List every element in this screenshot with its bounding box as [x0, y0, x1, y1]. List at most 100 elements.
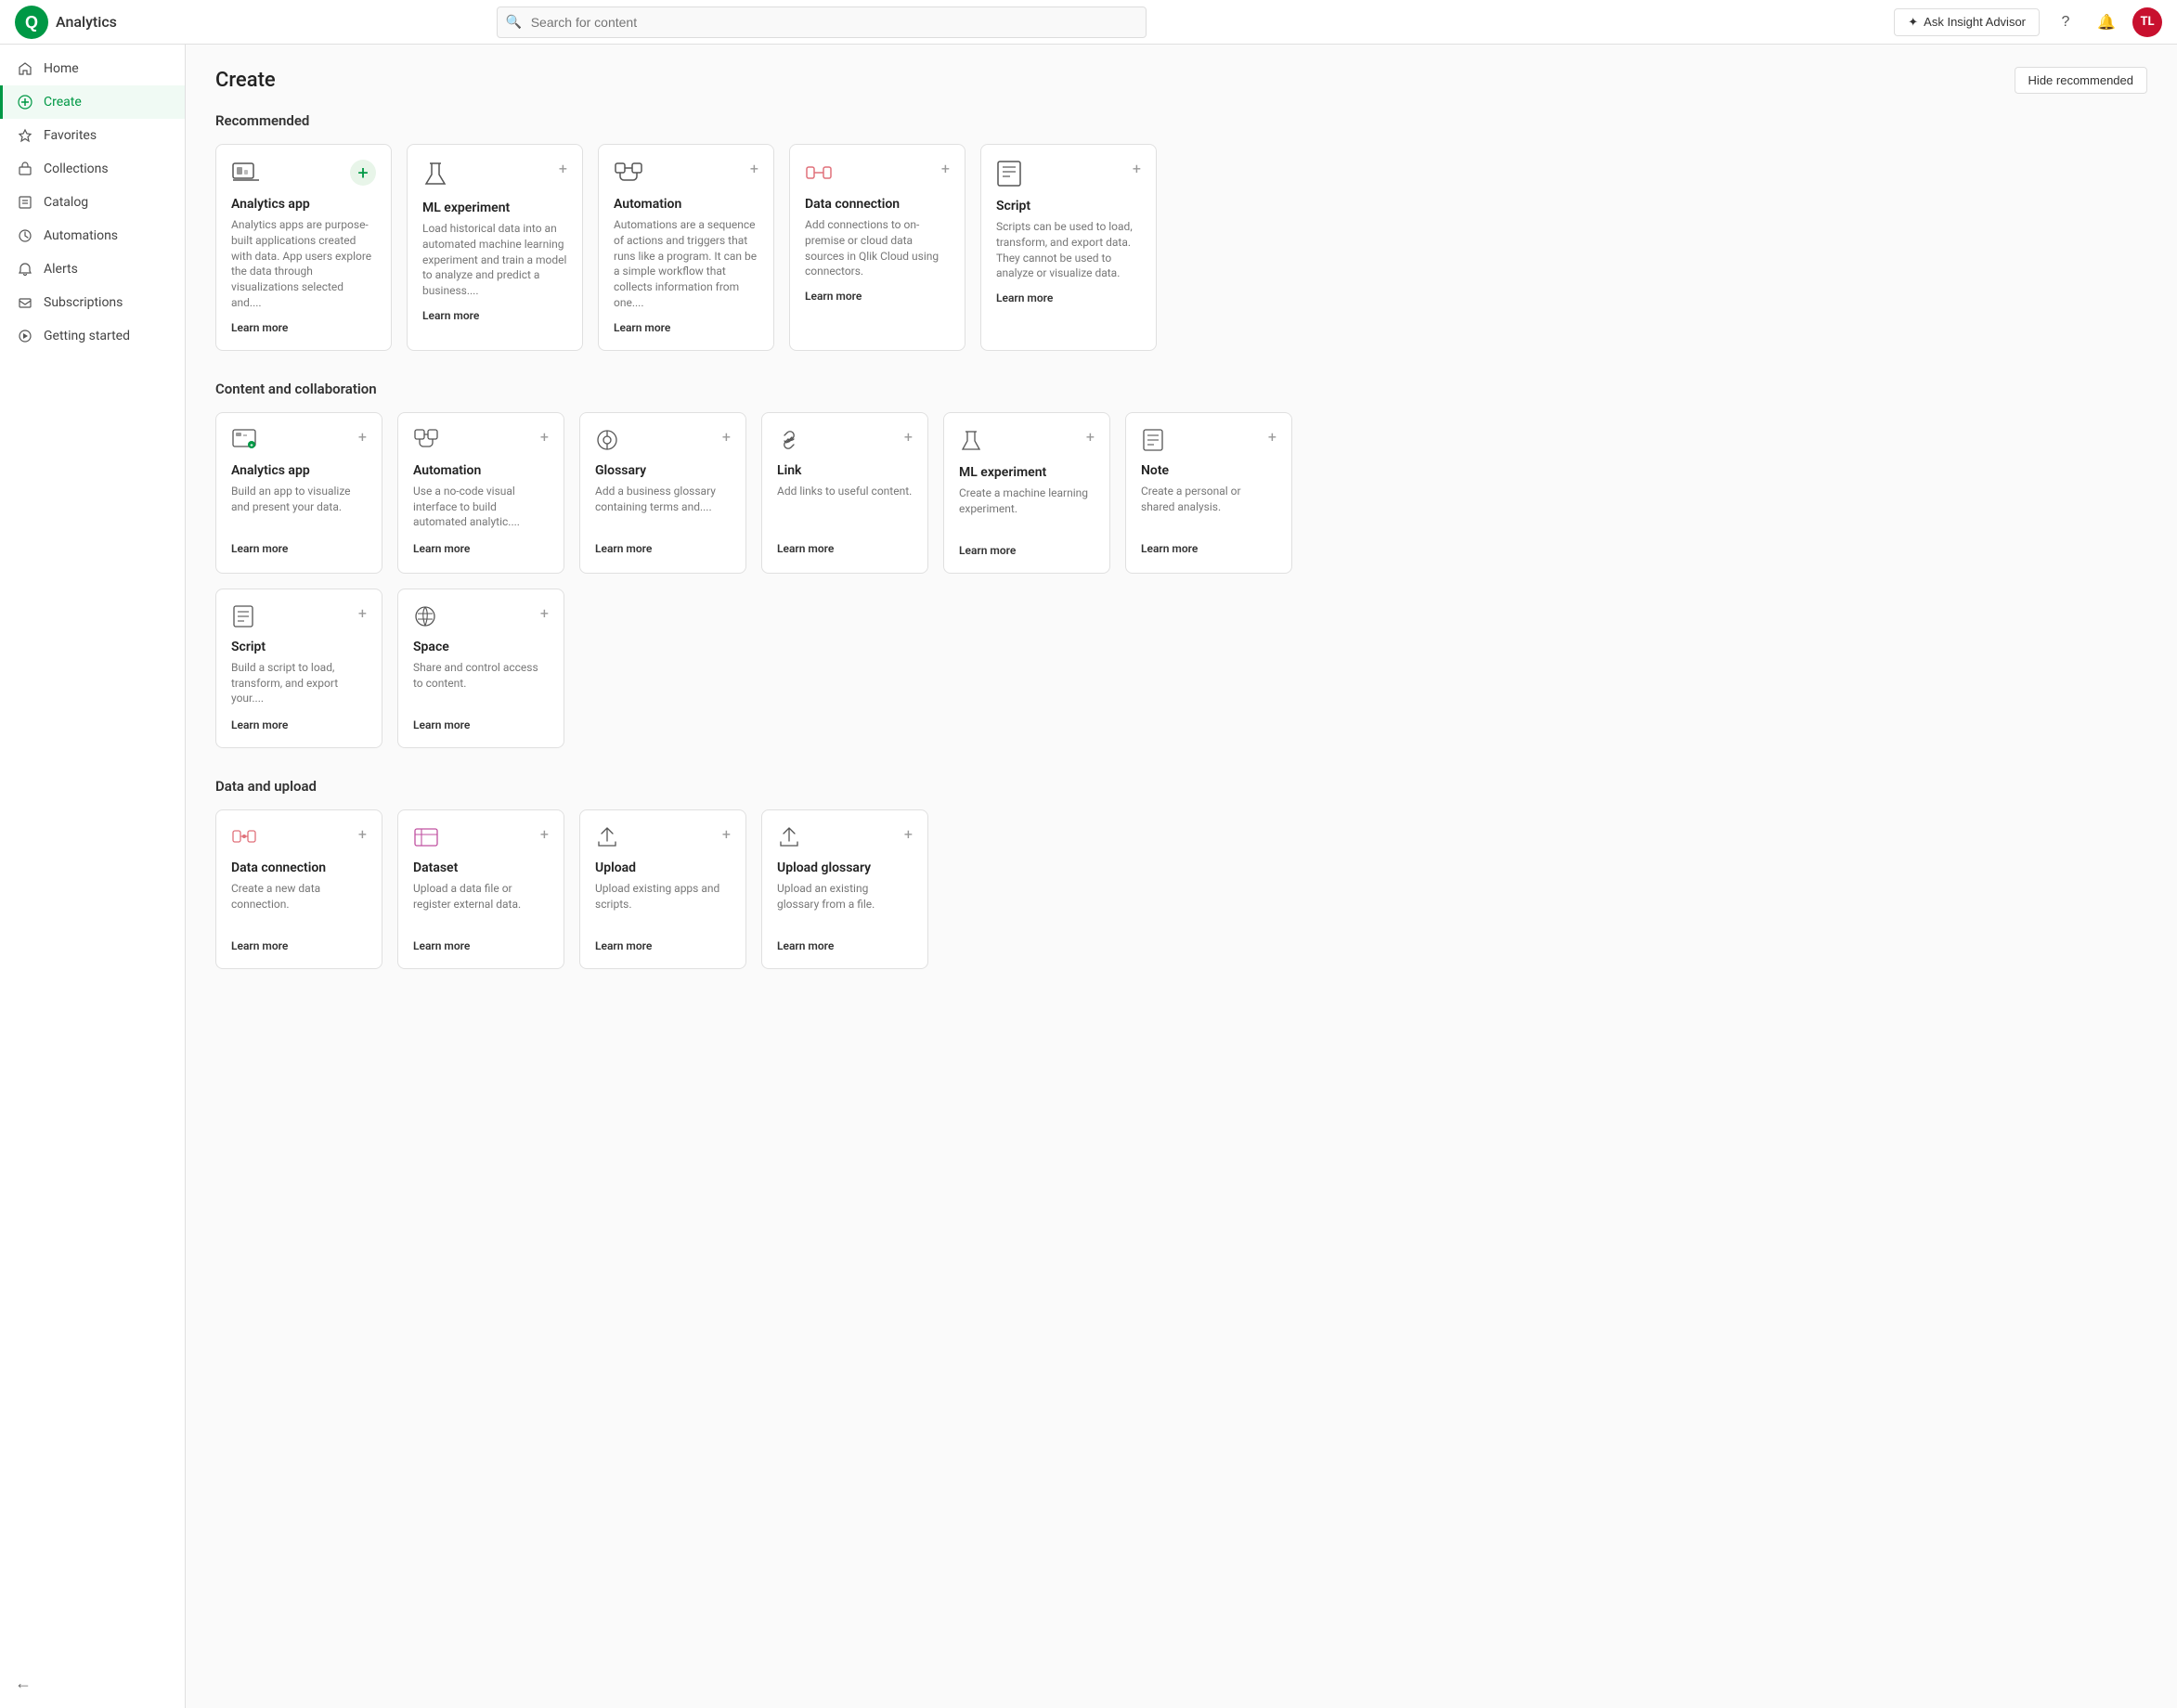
home-icon [18, 61, 34, 76]
learn-more-link[interactable]: Learn more [422, 309, 479, 322]
add-button[interactable]: + [540, 604, 549, 622]
card-desc: Create a machine learning experiment. [959, 485, 1095, 534]
card-data-connection-rec[interactable]: + Data connection Add connections to on-… [789, 144, 965, 351]
card-desc: Create a personal or shared analysis. [1141, 484, 1276, 532]
card-desc: Upload an existing glossary from a file. [777, 881, 913, 929]
ml-experiment-cc-icon [959, 428, 983, 454]
card-name: Upload glossary [777, 860, 913, 875]
main-area: Home Create Favorites Collections [0, 45, 2177, 1708]
insight-advisor-button[interactable]: ✦ Ask Insight Advisor [1894, 8, 2040, 36]
card-header: + [413, 825, 549, 849]
data-upload-section: Data and upload + Data connection Create… [215, 778, 2147, 969]
card-note-cc[interactable]: + Note Create a personal or shared analy… [1125, 412, 1292, 574]
card-ml-experiment-cc[interactable]: + ML experiment Create a machine learnin… [943, 412, 1110, 574]
sidebar-item-create[interactable]: Create [0, 85, 185, 119]
card-script-cc[interactable]: + Script Build a script to load, transfo… [215, 589, 382, 748]
card-dataset-du[interactable]: + Dataset Upload a data file or register… [397, 809, 564, 969]
card-analytics-app-rec[interactable]: + Analytics app Analytics apps are purpo… [215, 144, 392, 351]
add-button[interactable]: + [358, 604, 367, 622]
learn-more-link[interactable]: Learn more [777, 542, 834, 555]
sidebar-item-favorites[interactable]: Favorites [0, 119, 185, 152]
add-button[interactable]: + [722, 825, 731, 843]
card-data-connection-du[interactable]: + Data connection Create a new data conn… [215, 809, 382, 969]
card-desc: Add connections to on-premise or cloud d… [805, 217, 950, 279]
learn-more-link[interactable]: Learn more [231, 718, 288, 731]
learn-more-link[interactable]: Learn more [614, 321, 670, 334]
learn-more-link[interactable]: Learn more [996, 291, 1053, 304]
learn-more-link[interactable]: Learn more [413, 718, 470, 731]
sidebar-subscriptions-label: Subscriptions [44, 295, 123, 310]
card-automation-rec[interactable]: + Automation Automations are a sequence … [598, 144, 774, 351]
learn-more-link[interactable]: Learn more [413, 542, 470, 555]
help-button[interactable]: ? [2051, 7, 2080, 37]
sidebar-item-subscriptions[interactable]: Subscriptions [0, 286, 185, 319]
sidebar-favorites-label: Favorites [44, 128, 97, 143]
add-button[interactable]: + [358, 428, 367, 446]
hide-recommended-button[interactable]: Hide recommended [2015, 67, 2147, 94]
analytics-app-icon [231, 160, 261, 186]
sidebar-item-automations[interactable]: Automations [0, 219, 185, 252]
card-script-rec[interactable]: + Script Scripts can be used to load, tr… [980, 144, 1157, 351]
notifications-button[interactable]: 🔔 [2092, 7, 2121, 37]
sidebar-home-label: Home [44, 61, 79, 76]
card-glossary-cc[interactable]: + Glossary Add a business glossary conta… [579, 412, 746, 574]
add-analytics-app-button[interactable]: + [350, 160, 376, 186]
add-ml-experiment-button[interactable]: + [559, 160, 567, 177]
card-automation-cc[interactable]: + Automation Use a no-code visual interf… [397, 412, 564, 574]
card-desc: Share and control access to content. [413, 660, 549, 708]
card-upload-glossary-du[interactable]: + Upload glossary Upload an existing glo… [761, 809, 928, 969]
card-name: Automation [413, 463, 549, 478]
sidebar-item-catalog[interactable]: Catalog [0, 186, 185, 219]
card-header: + [805, 160, 950, 186]
sidebar-item-getting-started[interactable]: Getting started [0, 319, 185, 353]
add-data-connection-button[interactable]: + [941, 160, 950, 177]
card-header: + [231, 160, 376, 186]
add-button[interactable]: + [904, 428, 913, 446]
card-header: + [413, 604, 549, 628]
sidebar-alerts-label: Alerts [44, 262, 78, 277]
card-upload-du[interactable]: + Upload Upload existing apps and script… [579, 809, 746, 969]
card-name: Script [996, 199, 1141, 214]
learn-more-link[interactable]: Learn more [959, 544, 1016, 557]
card-space-cc[interactable]: + Space Share and control access to cont… [397, 589, 564, 748]
learn-more-link[interactable]: Learn more [413, 939, 470, 952]
learn-more-link[interactable]: Learn more [1141, 542, 1198, 555]
dataset-icon [413, 825, 439, 849]
add-button[interactable]: + [540, 825, 549, 843]
card-name: Data connection [805, 197, 950, 212]
card-header: + [996, 160, 1141, 188]
sidebar-create-label: Create [44, 95, 82, 110]
card-desc: Build an app to visualize and present yo… [231, 484, 367, 532]
add-button[interactable]: + [722, 428, 731, 446]
search-input[interactable] [497, 6, 1147, 38]
learn-more-link[interactable]: Learn more [231, 939, 288, 952]
main-content: Create Hide recommended Recommended + [186, 45, 2177, 1708]
add-button[interactable]: + [1086, 428, 1095, 446]
sidebar-item-collections[interactable]: Collections [0, 152, 185, 186]
collapse-sidebar-button[interactable]: ← [15, 1674, 32, 1693]
svg-text:Q: Q [25, 13, 38, 32]
add-automation-button[interactable]: + [750, 160, 758, 177]
card-name: Data connection [231, 860, 367, 875]
user-avatar[interactable]: TL [2132, 7, 2162, 37]
add-button[interactable]: + [540, 428, 549, 446]
card-analytics-app-cc[interactable]: + + Analytics app Build an app to visual… [215, 412, 382, 574]
data-connection-icon [805, 160, 833, 186]
learn-more-link[interactable]: Learn more [805, 290, 862, 303]
card-desc: Add links to useful content. [777, 484, 913, 532]
learn-more-link[interactable]: Learn more [231, 542, 288, 555]
sidebar-item-alerts[interactable]: Alerts [0, 252, 185, 286]
sidebar-catalog-label: Catalog [44, 195, 88, 210]
learn-more-link[interactable]: Learn more [231, 321, 288, 334]
learn-more-link[interactable]: Learn more [777, 939, 834, 952]
learn-more-link[interactable]: Learn more [595, 939, 652, 952]
add-script-button[interactable]: + [1133, 160, 1141, 177]
add-button[interactable]: + [904, 825, 913, 843]
learn-more-link[interactable]: Learn more [595, 542, 652, 555]
add-button[interactable]: + [358, 825, 367, 843]
insight-label: Ask Insight Advisor [1924, 15, 2026, 29]
add-button[interactable]: + [1268, 428, 1276, 446]
card-ml-experiment-rec[interactable]: + ML experiment Load historical data int… [407, 144, 583, 351]
card-link-cc[interactable]: + Link Add links to useful content. Lear… [761, 412, 928, 574]
sidebar-item-home[interactable]: Home [0, 52, 185, 85]
